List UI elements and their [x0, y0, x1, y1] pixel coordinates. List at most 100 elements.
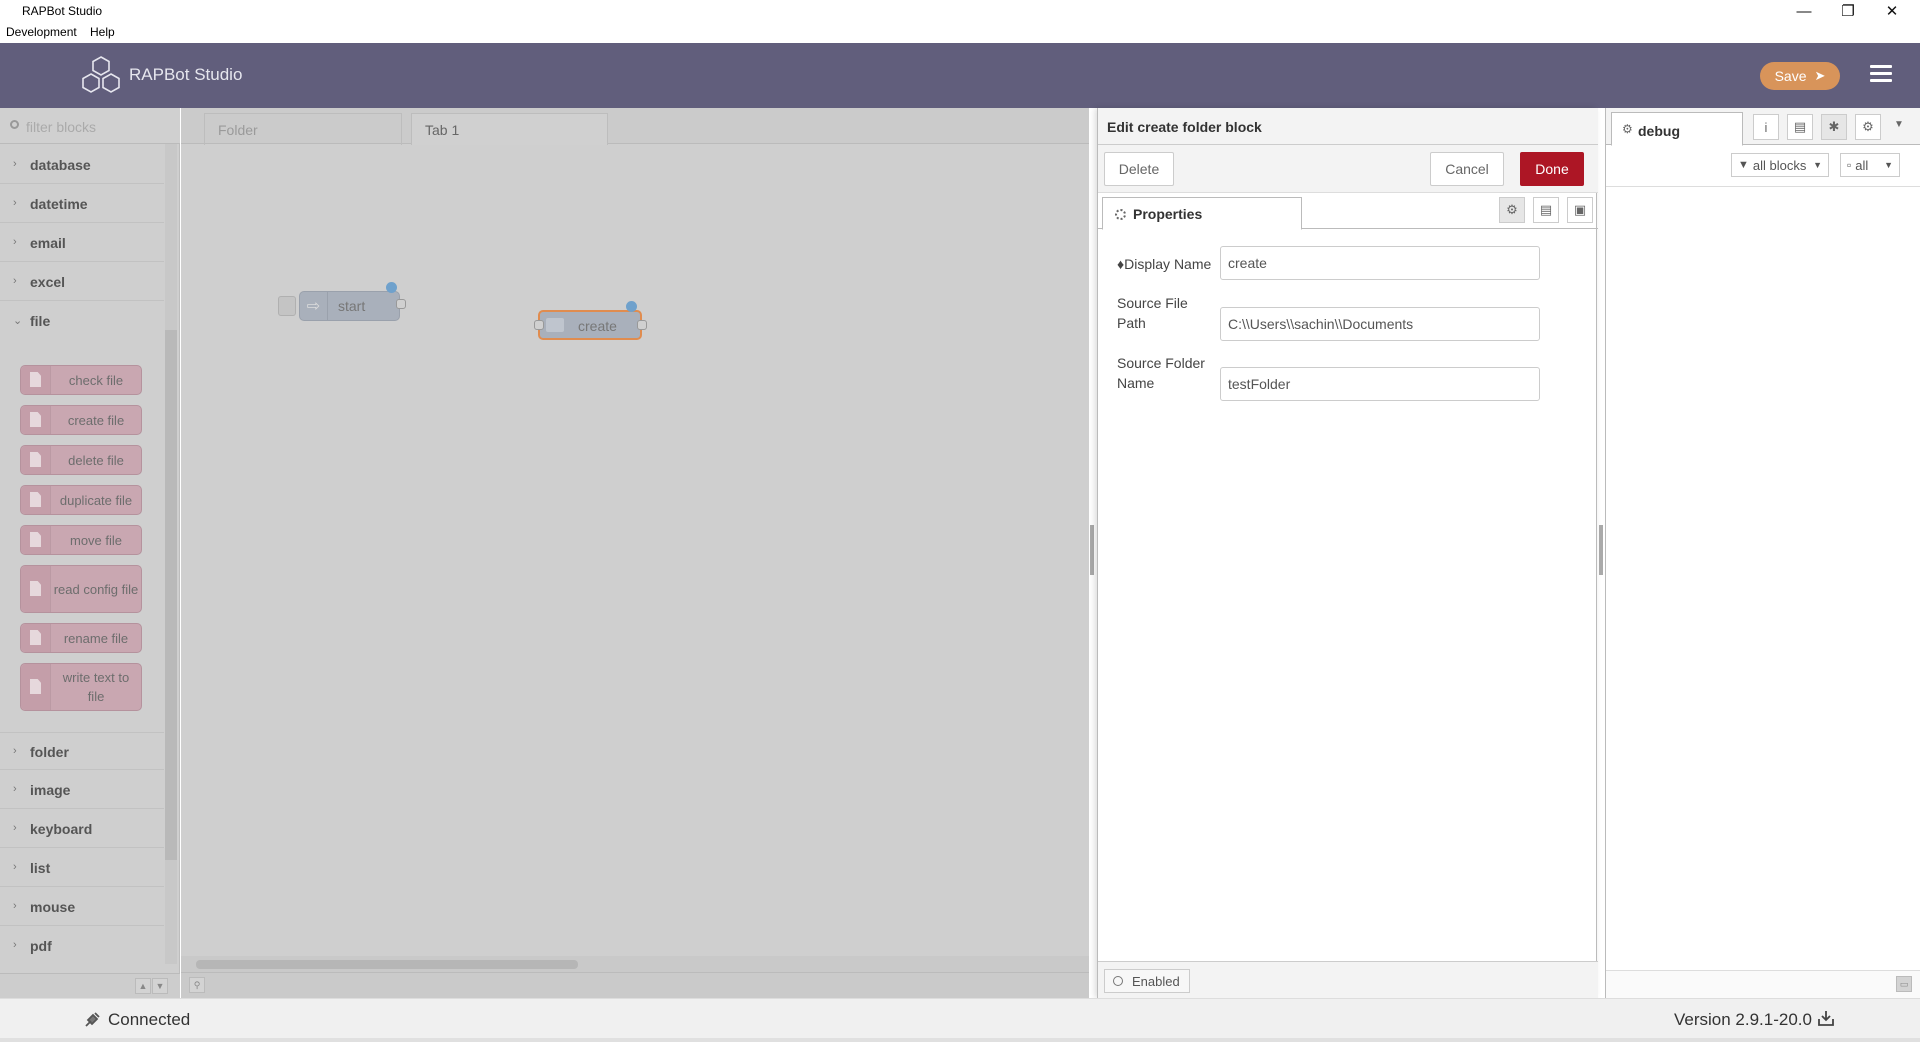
tab-tab-1[interactable]: Tab 1	[411, 113, 608, 145]
save-button[interactable]: Save ➤	[1760, 62, 1840, 90]
hscroll-thumb[interactable]	[196, 960, 578, 969]
category-database[interactable]: › database	[0, 146, 164, 184]
minimize-icon[interactable]: —	[1782, 0, 1826, 22]
caret-down-icon: ▼	[1884, 160, 1893, 170]
enabled-toggle[interactable]: Enabled	[1104, 969, 1190, 993]
debug-sidebar: ⚙ debug i ▤ ✱ ⚙ ▼ ▼ all blocks ▼ ▫ all ▼…	[1605, 108, 1920, 998]
category-keyboard[interactable]: › keyboard	[0, 810, 164, 848]
tray-toolbar: Delete Cancel Done	[1098, 145, 1598, 193]
caret-down-icon[interactable]: ▼	[1894, 119, 1904, 130]
tray-header: Edit create folder block	[1098, 108, 1598, 145]
category-file[interactable]: ⌄ file	[0, 302, 164, 340]
delete-button[interactable]: Delete	[1104, 152, 1174, 186]
file-icon	[21, 624, 51, 652]
monitor-icon[interactable]: ▭	[1896, 976, 1912, 992]
description-icon[interactable]: ▤	[1533, 197, 1559, 223]
category-datetime[interactable]: › datetime	[0, 185, 164, 223]
debug-bug-icon[interactable]: ✱	[1821, 114, 1847, 140]
window-bottom-edge	[0, 1038, 1920, 1042]
workspace-footer: ⚲	[181, 972, 1089, 998]
plug-icon	[85, 1012, 100, 1027]
filter-icon: ▼	[1738, 159, 1749, 171]
source-folder-name-input[interactable]: testFolder	[1220, 367, 1540, 401]
title-bar: RAPBot Studio — ❐ ✕	[0, 0, 1920, 22]
palette-node-create-file[interactable]: create file	[20, 405, 142, 435]
tab-folder[interactable]: Folder	[204, 113, 402, 145]
palette-node-duplicate-file[interactable]: duplicate file	[20, 485, 142, 515]
close-icon[interactable]: ✕	[1870, 0, 1914, 22]
category-mouse[interactable]: › mouse	[0, 888, 164, 926]
cancel-button[interactable]: Cancel	[1430, 152, 1504, 186]
tray-resize-handle[interactable]	[1090, 525, 1094, 575]
sidebar-resize-handle[interactable]	[1599, 525, 1603, 575]
category-pdf[interactable]: › pdf	[0, 927, 164, 965]
palette-scroll-thumb[interactable]	[165, 330, 177, 860]
workspace-hscrollbar[interactable]	[181, 956, 1089, 972]
palette-footer: ▲ ▼	[0, 973, 180, 998]
properties-tabs: Properties ⚙ ▤ ▣	[1098, 193, 1598, 230]
output-port[interactable]	[637, 320, 647, 330]
inject-button[interactable]	[278, 296, 296, 316]
chevron-right-icon: ›	[13, 275, 17, 287]
update-icon[interactable]	[1817, 1009, 1835, 1027]
restore-icon[interactable]: ❐	[1826, 0, 1870, 22]
palette-node-move-file[interactable]: move file	[20, 525, 142, 555]
tray-title: Edit create folder block	[1107, 119, 1262, 135]
category-image[interactable]: › image	[0, 771, 164, 809]
tab-properties[interactable]: Properties	[1102, 197, 1302, 230]
window-title: RAPBot Studio	[22, 4, 103, 18]
chevron-right-icon: ›	[13, 783, 17, 795]
settings-gear-icon[interactable]: ⚙	[1499, 197, 1525, 223]
category-email[interactable]: › email	[0, 224, 164, 262]
palette-node-read-config-file[interactable]: read config file	[20, 565, 142, 613]
filter-placeholder: filter blocks	[26, 119, 97, 135]
file-icon	[21, 526, 51, 554]
palette-node-delete-file[interactable]: delete file	[20, 445, 142, 475]
chevron-right-icon: ›	[13, 861, 17, 873]
info-icon[interactable]: i	[1753, 114, 1779, 140]
display-name-input[interactable]: create	[1220, 246, 1540, 280]
sidebar-tabs: ⚙ debug i ▤ ✱ ⚙ ▼	[1606, 108, 1920, 146]
source-file-path-input[interactable]: C:\\Users\\sachin\\Documents	[1220, 307, 1540, 341]
done-button[interactable]: Done	[1520, 152, 1584, 186]
app-window: RAPBot Studio — ❐ ✕ Development Help RAP…	[0, 0, 1920, 1042]
caret-down-icon: ▼	[1813, 160, 1822, 170]
category-list[interactable]: › list	[0, 849, 164, 887]
palette-node-rename-file[interactable]: rename file	[20, 623, 142, 653]
file-icon	[21, 406, 51, 434]
output-port[interactable]	[396, 299, 406, 309]
collapse-up-icon[interactable]: ▲	[135, 978, 151, 994]
menu-help[interactable]: Help	[90, 25, 115, 39]
edit-tray: Edit create folder block Delete Cancel D…	[1097, 108, 1598, 998]
file-icon	[21, 446, 51, 474]
filter-blocks-input[interactable]: filter blocks	[0, 108, 180, 144]
clear-dropdown[interactable]: ▫ all ▼	[1840, 153, 1900, 177]
palette-node-check-file[interactable]: check file	[20, 365, 142, 395]
hexagon-logo-icon	[82, 56, 120, 93]
category-excel[interactable]: › excel	[0, 263, 164, 301]
version-label: Version 2.9.1-20.0	[1674, 1010, 1812, 1029]
tab-debug[interactable]: ⚙ debug	[1611, 112, 1743, 146]
block-palette: filter blocks › database › datetime › email…	[0, 108, 180, 998]
expand-down-icon[interactable]: ▼	[152, 978, 168, 994]
appearance-icon[interactable]: ▣	[1567, 197, 1593, 223]
book-icon[interactable]: ▤	[1787, 114, 1813, 140]
palette-node-write-text-to-file[interactable]: write text to file	[20, 663, 142, 711]
filter-dropdown[interactable]: ▼ all blocks ▼	[1731, 153, 1829, 177]
changed-indicator	[626, 301, 637, 312]
node-label: create	[578, 318, 617, 334]
folder-icon	[546, 318, 564, 332]
zoom-search-icon[interactable]: ⚲	[189, 977, 205, 993]
flow-workspace: Folder Tab 1 ⇨ start create ⚲	[181, 108, 1089, 998]
connection-status: Connected	[108, 1010, 191, 1029]
menu-development[interactable]: Development	[6, 25, 77, 39]
arrow-icon: ⇨	[300, 292, 328, 320]
hamburger-menu-icon[interactable]	[1870, 65, 1892, 83]
circle-icon	[1113, 976, 1123, 986]
field-label: Source Folder Name	[1117, 355, 1205, 391]
sidebar-footer: ▭	[1606, 970, 1920, 998]
input-port[interactable]	[534, 320, 544, 330]
config-gear-icon[interactable]: ⚙	[1855, 114, 1881, 140]
chevron-right-icon: ›	[13, 158, 17, 170]
category-folder[interactable]: › folder	[0, 732, 164, 770]
